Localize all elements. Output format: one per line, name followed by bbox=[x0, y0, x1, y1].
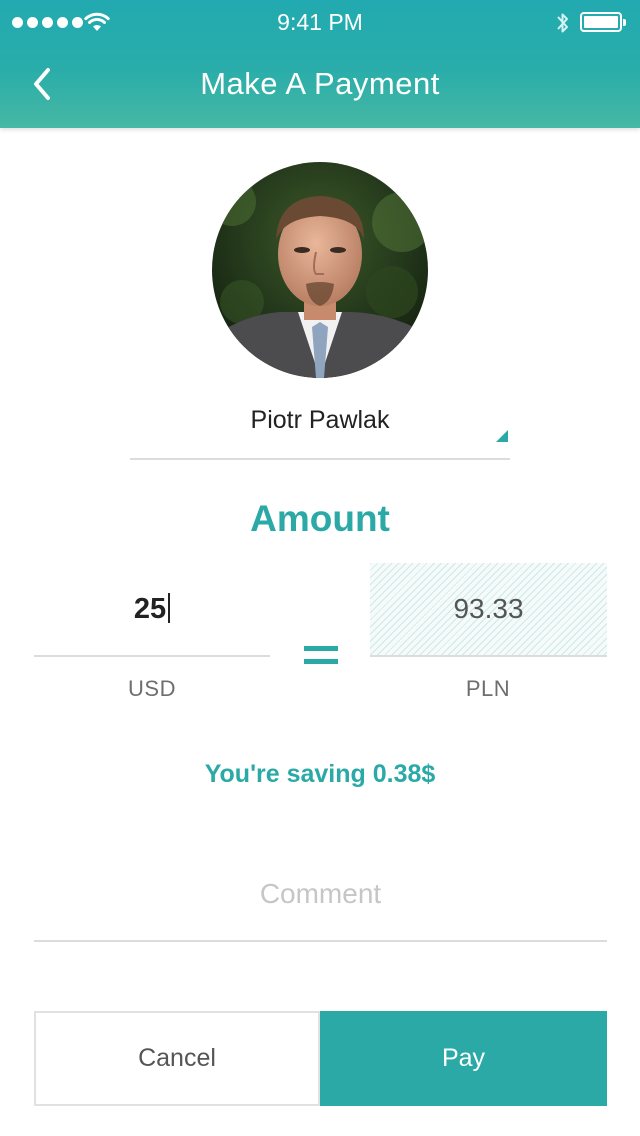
usd-amount-value: 25 bbox=[34, 593, 270, 626]
pln-currency-label: PLN bbox=[465, 676, 511, 701]
pay-button-label: Pay bbox=[441, 1044, 486, 1072]
usd-amount-text: 25 bbox=[133, 593, 167, 625]
cancel-button-label: Cancel bbox=[138, 1044, 216, 1072]
recipient-selector[interactable]: Piotr Pawlak bbox=[130, 392, 510, 460]
cancel-button[interactable]: Cancel bbox=[34, 1011, 320, 1106]
dropdown-triangle-icon bbox=[496, 430, 508, 442]
comment-placeholder: Comment bbox=[259, 878, 382, 909]
recipient-name: Piotr Pawlak bbox=[250, 406, 390, 434]
pln-amount-field: 93.33 bbox=[370, 563, 607, 657]
recipient-avatar bbox=[212, 162, 428, 378]
status-time: 9:41 PM bbox=[277, 9, 363, 35]
comment-input[interactable]: Comment bbox=[34, 860, 607, 942]
navigation-header: 9:41 PM Make A Payment bbox=[0, 0, 640, 128]
saving-text: You're saving 0.38$ bbox=[204, 760, 436, 788]
bluetooth-icon bbox=[557, 13, 568, 33]
usd-currency-label: USD bbox=[128, 676, 176, 701]
usd-amount-input[interactable]: 25 bbox=[34, 563, 270, 657]
equals-icon bbox=[304, 646, 338, 664]
text-caret bbox=[168, 593, 171, 623]
page-title: Make A Payment bbox=[200, 66, 440, 101]
battery-icon bbox=[580, 12, 626, 32]
pln-amount-value: 93.33 bbox=[453, 593, 524, 624]
pay-button[interactable]: Pay bbox=[320, 1011, 607, 1106]
status-bar: 9:41 PM bbox=[0, 0, 640, 46]
amount-label: Amount bbox=[250, 498, 390, 539]
